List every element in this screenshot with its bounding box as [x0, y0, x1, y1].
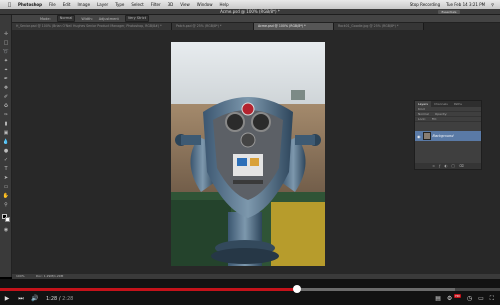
mac-menu-bar:  Photoshop File Edit Image Layer Type S…: [0, 0, 500, 9]
tools-panel: ✛ □ ➰ ✦ ⌖ ✒ ❖ ✐ ♻ ✑ ▮ ▣ 💧 ● ✓ T ➤ ▭ ✋ ⚲ …: [0, 15, 12, 277]
adjustment-select[interactable]: Very Strict: [124, 15, 150, 22]
tab-patch[interactable]: Patch.psd @ 25% (RGB/8*) *: [172, 23, 254, 30]
menu-3d[interactable]: 3D: [168, 2, 174, 7]
tab-acme[interactable]: Acme.psd @ 100% (RGB/8*) *: [254, 23, 334, 30]
hand-tool-icon[interactable]: ✋: [3, 193, 9, 199]
shape-tool-icon[interactable]: ▭: [3, 184, 9, 190]
mode-select[interactable]: Normal: [56, 15, 76, 22]
crop-tool-icon[interactable]: ⌖: [3, 67, 9, 73]
eyedropper-tool-icon[interactable]: ✒: [3, 76, 9, 82]
options-bar: Mode: Normal Width: Adjustment Very Stri…: [0, 15, 500, 23]
eye-icon[interactable]: ◉: [417, 134, 421, 139]
menu-app-name[interactable]: Photoshop: [18, 2, 42, 7]
patch-tool-icon[interactable]: ❖: [3, 85, 9, 91]
binocular-photo[interactable]: [171, 42, 325, 266]
layer-thumbnail: [422, 132, 431, 140]
menu-filter[interactable]: Filter: [151, 2, 161, 7]
captions-icon[interactable]: ▤: [435, 295, 441, 302]
menu-image[interactable]: Image: [78, 2, 91, 7]
blend-mode-select[interactable]: Normal: [418, 112, 429, 116]
mode-label: Mode:: [40, 16, 51, 21]
gradient-tool-icon[interactable]: ▣: [3, 130, 9, 136]
layer-row-background[interactable]: ◉ Background: [415, 131, 481, 141]
kind-filter[interactable]: Kind: [418, 107, 425, 111]
tab-h-senior[interactable]: H_Senior.psd @ 100% (Brian O'Neil Hughes…: [12, 23, 172, 30]
menu-select[interactable]: Select: [131, 2, 143, 7]
lock-label: Lock:: [418, 117, 426, 121]
lock-row: Lock: Fill:: [415, 117, 481, 122]
current-time: 1:28: [46, 295, 58, 302]
volume-icon[interactable]: 🔊: [28, 295, 42, 302]
hd-badge: HD: [454, 294, 461, 298]
layers-panel-footer: ∞ ƒ ◐ □ ⌫: [415, 163, 481, 169]
stop-recording-label[interactable]: Stop Recording: [410, 2, 440, 7]
progress-bar[interactable]: [0, 285, 500, 293]
spotlight-icon[interactable]: ⚲: [491, 2, 494, 7]
pen-tool-icon[interactable]: ✓: [3, 157, 9, 163]
quick-select-tool-icon[interactable]: ✦: [3, 58, 9, 64]
play-icon[interactable]: ▶: [0, 295, 14, 302]
adjustment-label: Adjustment: [98, 16, 119, 21]
menu-edit[interactable]: Edit: [63, 2, 71, 7]
menu-file[interactable]: File: [49, 2, 56, 7]
blur-tool-icon[interactable]: 💧: [3, 139, 9, 145]
tab-paths[interactable]: Paths: [451, 101, 465, 107]
fullscreen-icon[interactable]: ⛶: [490, 295, 494, 303]
marquee-tool-icon[interactable]: □: [3, 40, 9, 46]
brush-tool-icon[interactable]: ✐: [3, 94, 9, 100]
workspace-switcher[interactable]: Essentials: [438, 10, 460, 14]
duration: 2:28: [62, 295, 74, 302]
type-tool-icon[interactable]: T: [3, 166, 9, 172]
menu-clock: Tue Feb 14 3:21 PM: [446, 2, 486, 7]
stamp-tool-icon[interactable]: ♻: [3, 103, 9, 109]
binocular-illustration: [171, 42, 325, 266]
fx-icon[interactable]: ƒ: [439, 163, 440, 169]
watch-later-icon[interactable]: ◷: [467, 295, 472, 302]
menu-window[interactable]: Window: [197, 2, 213, 7]
tab-rock01[interactable]: Rock01_Goodie.jpg @ 25% (RGB/8*) *: [334, 23, 424, 30]
path-select-tool-icon[interactable]: ➤: [3, 175, 9, 181]
video-player-controls: ▶ ⏭ 🔊 1:28 / 2:28 ▤ ⚙ HD ◷ ▭ ⛶: [0, 279, 500, 305]
apple-icon[interactable]: : [8, 2, 11, 8]
controls-row: ▶ ⏭ 🔊 1:28 / 2:28 ▤ ⚙ HD ◷ ▭ ⛶: [0, 292, 500, 305]
theater-icon[interactable]: ▭: [478, 295, 484, 302]
document-canvas[interactable]: Layers Channels Paths Kind Normal Opacit…: [12, 30, 500, 274]
progress-played: [0, 288, 297, 291]
menu-help[interactable]: Help: [220, 2, 229, 7]
move-tool-icon[interactable]: ✛: [3, 31, 9, 37]
new-layer-icon[interactable]: □: [451, 163, 454, 169]
width-label: Width:: [81, 16, 93, 21]
next-icon[interactable]: ⏭: [14, 295, 28, 303]
dodge-tool-icon[interactable]: ●: [3, 148, 9, 154]
history-brush-tool-icon[interactable]: ✑: [3, 112, 9, 118]
menu-layer[interactable]: Layer: [97, 2, 108, 7]
background-color-swatch[interactable]: [5, 217, 10, 222]
quick-mask-icon[interactable]: ◉: [3, 227, 9, 233]
menu-view[interactable]: View: [180, 2, 190, 7]
tab-channels[interactable]: Channels: [431, 101, 451, 107]
trash-icon[interactable]: ⌫: [459, 163, 464, 169]
opacity-label: Opacity:: [434, 112, 448, 116]
settings-icon[interactable]: ⚙: [447, 295, 452, 302]
layers-panel: Layers Channels Paths Kind Normal Opacit…: [414, 100, 482, 170]
eraser-tool-icon[interactable]: ▮: [3, 121, 9, 127]
fill-label: Fill:: [431, 117, 437, 121]
document-tabs: H_Senior.psd @ 100% (Brian O'Neil Hughes…: [12, 23, 500, 30]
lasso-tool-icon[interactable]: ➰: [3, 49, 9, 55]
time-display: 1:28 / 2:28: [46, 295, 74, 302]
menu-type[interactable]: Type: [115, 2, 124, 7]
link-layers-icon[interactable]: ∞: [432, 163, 435, 169]
zoom-tool-icon[interactable]: ⚲: [3, 202, 9, 208]
layer-name: Background: [432, 134, 454, 138]
mask-icon[interactable]: ◐: [444, 163, 447, 169]
